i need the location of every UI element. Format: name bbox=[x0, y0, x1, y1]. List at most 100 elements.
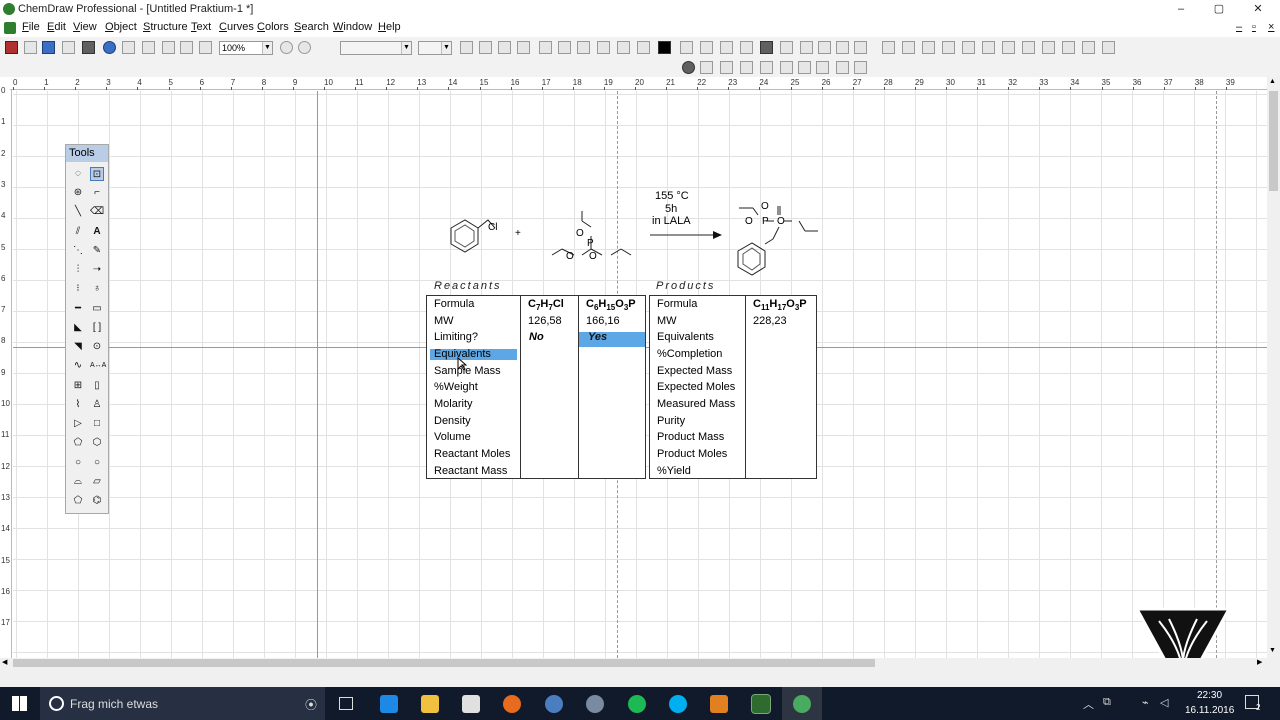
align-right-icon[interactable] bbox=[498, 41, 511, 54]
structure-to-name-icon[interactable] bbox=[902, 41, 915, 54]
ungroup-icon[interactable] bbox=[700, 41, 713, 54]
pen-icon[interactable]: ✎ bbox=[90, 244, 104, 258]
bracket-icon[interactable]: [ ] bbox=[90, 321, 104, 335]
distribute-v-icon[interactable] bbox=[854, 61, 867, 74]
c-nmr-icon[interactable] bbox=[942, 41, 955, 54]
menu-edit[interactable]: Edit bbox=[47, 21, 66, 33]
cyclopentane-icon[interactable]: ⬠ bbox=[71, 436, 85, 450]
microphone-icon[interactable]: ⦿ bbox=[305, 696, 317, 713]
scroll-down-arrow-icon[interactable]: ▼ bbox=[1269, 647, 1276, 654]
font-select[interactable]: ▼ bbox=[340, 41, 412, 55]
chemical-symbols-icon[interactable]: ⊙ bbox=[90, 340, 104, 354]
new-document-icon[interactable] bbox=[5, 41, 18, 54]
thunderbird-icon[interactable] bbox=[545, 695, 563, 713]
align-v-center-icon[interactable] bbox=[798, 61, 811, 74]
arrow-tool-icon[interactable]: ➝ bbox=[90, 263, 104, 277]
spotify-icon[interactable] bbox=[628, 695, 646, 713]
row-label[interactable]: %Yield bbox=[657, 465, 691, 477]
mdi-close-button[interactable]: × bbox=[1268, 21, 1274, 33]
zoom-select[interactable]: 100% ▼ bbox=[219, 41, 273, 55]
cycloheptane-icon[interactable]: ○ bbox=[71, 456, 85, 470]
row-label[interactable]: Reactant Moles bbox=[434, 448, 510, 460]
network-icon[interactable]: ⌁ bbox=[1142, 696, 1149, 709]
row-label[interactable]: %Weight bbox=[434, 381, 478, 393]
clock-date[interactable]: 16.11.2016 bbox=[1185, 705, 1234, 716]
open-icon[interactable] bbox=[24, 41, 37, 54]
hashed-wedge-icon[interactable]: ⁝ bbox=[71, 282, 85, 296]
row-label[interactable]: Volume bbox=[434, 431, 471, 443]
formula-icon[interactable] bbox=[597, 41, 610, 54]
volume-icon[interactable]: ◁ bbox=[1160, 696, 1168, 709]
chain-icon[interactable]: ⌇ bbox=[71, 398, 85, 412]
app-icon-orange[interactable] bbox=[710, 695, 728, 713]
cyclopentadiene-icon[interactable]: ⬠ bbox=[71, 494, 85, 508]
dashed-bond-icon[interactable]: ⋱ bbox=[71, 244, 85, 258]
tools-palette[interactable]: Tools ◌ ⊡ ⊛ ⌐ ╲ ⌫ ⫽ A ⋱ ✎ ⫶ ➝ ⁝ ♁ ━ ▭ ◣ … bbox=[65, 144, 109, 514]
row-label[interactable]: Density bbox=[434, 415, 471, 427]
cut-icon[interactable] bbox=[162, 41, 175, 54]
task-view-icon[interactable] bbox=[339, 697, 353, 710]
align-left-icon[interactable] bbox=[460, 41, 473, 54]
drawing-canvas[interactable]: Cl + O P O O 155 °C 5h in LALA O O P O R… bbox=[13, 91, 1267, 658]
undo-icon[interactable] bbox=[122, 41, 135, 54]
benzene-icon[interactable]: ⌬ bbox=[90, 494, 104, 508]
paste-icon[interactable] bbox=[199, 41, 212, 54]
underline-icon[interactable] bbox=[577, 41, 590, 54]
analysis-icon[interactable] bbox=[1002, 41, 1015, 54]
dropbox-icon[interactable]: ⧉ bbox=[1103, 696, 1111, 709]
stereo-icon[interactable] bbox=[1022, 41, 1035, 54]
row-label[interactable]: %Completion bbox=[657, 348, 722, 360]
marquee-icon[interactable]: ⊡ bbox=[90, 167, 104, 181]
row-label[interactable]: Molarity bbox=[434, 398, 473, 410]
print-icon[interactable] bbox=[82, 41, 95, 54]
lasso-icon[interactable]: ◌ bbox=[71, 167, 85, 181]
close-button[interactable]: ✕ bbox=[1240, 0, 1276, 19]
align-h-center-icon[interactable] bbox=[740, 61, 753, 74]
zoom-out-icon[interactable] bbox=[298, 41, 311, 54]
query-icon[interactable]: ♙ bbox=[90, 398, 104, 412]
align-bottom-icon[interactable] bbox=[816, 61, 829, 74]
vertical-scrollbar[interactable]: ▲ ▼ bbox=[1267, 77, 1280, 658]
reactants-table[interactable]: Formula MW Limiting? Equivalents Sample … bbox=[426, 295, 646, 479]
search-box[interactable]: Frag mich etwas ⦿ bbox=[40, 687, 325, 720]
help-icon[interactable] bbox=[103, 41, 116, 54]
check-structure-icon[interactable] bbox=[982, 41, 995, 54]
drawing-elements-icon[interactable]: ▭ bbox=[90, 302, 104, 316]
bold-icon[interactable] bbox=[539, 41, 552, 54]
row-label[interactable]: Purity bbox=[657, 415, 685, 427]
edge-icon[interactable] bbox=[380, 695, 398, 713]
align-tl-icon[interactable] bbox=[700, 61, 713, 74]
text-tool-icon[interactable]: A bbox=[90, 225, 104, 239]
align-top-icon[interactable] bbox=[760, 61, 773, 74]
wedge-bond-icon[interactable]: ◣ bbox=[71, 321, 85, 335]
row-label[interactable]: Reactant Mass bbox=[434, 465, 507, 477]
reaction-icon[interactable] bbox=[1102, 41, 1115, 54]
table-icon[interactable]: ⊞ bbox=[71, 379, 85, 393]
structure-perspective-icon[interactable]: ⊛ bbox=[71, 186, 85, 200]
row-label[interactable]: Measured Mass bbox=[657, 398, 735, 410]
bold-bond-icon[interactable]: ━ bbox=[71, 302, 85, 316]
scroll-right-arrow-icon[interactable]: ▶ bbox=[1257, 658, 1262, 666]
nmr-icon[interactable] bbox=[922, 41, 935, 54]
expand-label-icon[interactable] bbox=[1042, 41, 1055, 54]
chemdraw-taskbar-icon[interactable] bbox=[751, 694, 771, 714]
chair-icon[interactable]: ⌓ bbox=[71, 475, 85, 489]
tray-chevron-icon[interactable]: ︿ bbox=[1083, 696, 1094, 712]
firefox-icon[interactable] bbox=[503, 695, 521, 713]
row-label[interactable]: Equivalents bbox=[657, 331, 714, 343]
tlc-plate-icon[interactable]: ▯ bbox=[90, 379, 104, 393]
hollow-wedge-icon[interactable]: ◥ bbox=[71, 340, 85, 354]
orbital-icon[interactable]: ♁ bbox=[90, 282, 104, 296]
copy-icon[interactable] bbox=[180, 41, 193, 54]
maximize-button[interactable]: ▢ bbox=[1201, 0, 1237, 19]
menu-object[interactable]: Object bbox=[105, 21, 137, 33]
menu-search[interactable]: Search bbox=[294, 21, 329, 33]
menu-structure[interactable]: Structure bbox=[143, 21, 188, 33]
mdi-minimize-button[interactable]: – bbox=[1236, 21, 1242, 33]
bring-front-icon[interactable] bbox=[740, 41, 753, 54]
atom-map-icon[interactable]: A↔A bbox=[90, 359, 106, 373]
skype-icon[interactable] bbox=[669, 695, 687, 713]
double-bond-icon[interactable]: ⫽ bbox=[71, 225, 85, 239]
mdi-restore-button[interactable]: ▫ bbox=[1252, 21, 1256, 33]
flip-horizontal-icon[interactable] bbox=[818, 41, 831, 54]
